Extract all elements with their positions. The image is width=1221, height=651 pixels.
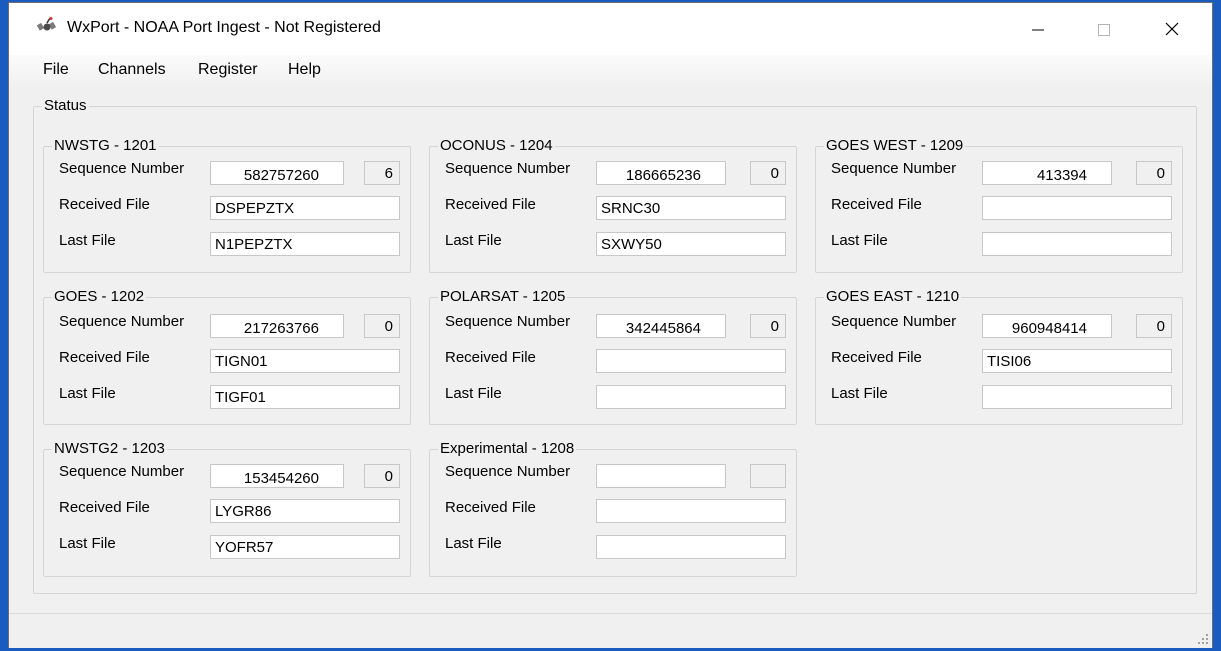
received-file-field[interactable] bbox=[596, 349, 786, 373]
sequence-label: Sequence Number bbox=[831, 313, 957, 330]
received-file-label: Received File bbox=[59, 196, 150, 213]
last-file-label: Last File bbox=[831, 232, 888, 249]
received-file-field[interactable]: DSPEPZTX bbox=[210, 196, 400, 220]
sequence-label: Sequence Number bbox=[59, 160, 185, 177]
channel-group-goes: GOES - 1202 Sequence Number 217263766 0 … bbox=[43, 288, 411, 425]
channel-title: GOES WEST - 1209 bbox=[824, 137, 966, 155]
sequence-number-field[interactable]: 960948414 bbox=[982, 314, 1112, 338]
received-file-label: Received File bbox=[59, 499, 150, 516]
last-file-field[interactable]: TIGF01 bbox=[210, 385, 400, 409]
sequence-count-field[interactable]: 0 bbox=[750, 314, 786, 338]
last-file-label: Last File bbox=[59, 232, 116, 249]
sequence-label: Sequence Number bbox=[445, 313, 571, 330]
last-file-field[interactable]: SXWY50 bbox=[596, 232, 786, 256]
received-file-label: Received File bbox=[445, 499, 536, 516]
channel-group-goes-east: GOES EAST - 1210 Sequence Number 9609484… bbox=[815, 288, 1183, 425]
close-icon bbox=[1165, 22, 1179, 36]
menu-bar: File Channels Register Help bbox=[9, 55, 1212, 89]
channel-group-experimental: Experimental - 1208 Sequence Number Rece… bbox=[429, 440, 797, 577]
sequence-label: Sequence Number bbox=[831, 160, 957, 177]
sequence-number-field[interactable]: 217263766 bbox=[210, 314, 344, 338]
window-title: WxPort - NOAA Port Ingest - Not Register… bbox=[67, 19, 381, 36]
sequence-number-field[interactable]: 342445864 bbox=[596, 314, 726, 338]
sequence-count-field[interactable]: 0 bbox=[364, 314, 400, 338]
received-file-label: Received File bbox=[831, 196, 922, 213]
maximize-icon bbox=[1098, 24, 1110, 36]
channel-group-nwstg2: NWSTG2 - 1203 Sequence Number 153454260 … bbox=[43, 440, 411, 577]
channel-title: POLARSAT - 1205 bbox=[438, 288, 568, 306]
title-bar: WxPort - NOAA Port Ingest - Not Register… bbox=[9, 3, 1212, 55]
received-file-label: Received File bbox=[831, 349, 922, 366]
channel-title: GOES EAST - 1210 bbox=[824, 288, 962, 306]
last-file-field[interactable] bbox=[596, 385, 786, 409]
last-file-label: Last File bbox=[59, 535, 116, 552]
maximize-button[interactable] bbox=[1081, 3, 1127, 55]
last-file-field[interactable] bbox=[596, 535, 786, 559]
sequence-count-field[interactable]: 6 bbox=[364, 161, 400, 185]
received-file-field[interactable]: TISI06 bbox=[982, 349, 1172, 373]
channel-title: NWSTG2 - 1203 bbox=[52, 440, 167, 458]
sequence-label: Sequence Number bbox=[59, 313, 185, 330]
received-file-field[interactable]: SRNC30 bbox=[596, 196, 786, 220]
received-file-field[interactable]: LYGR86 bbox=[210, 499, 400, 523]
channel-group-goes-west: GOES WEST - 1209 Sequence Number 413394 … bbox=[815, 137, 1183, 273]
status-bar bbox=[9, 613, 1212, 648]
app-window: WxPort - NOAA Port Ingest - Not Register… bbox=[8, 2, 1213, 648]
channel-title: NWSTG - 1201 bbox=[52, 137, 159, 155]
status-group-title: Status bbox=[42, 97, 89, 115]
last-file-field[interactable] bbox=[982, 385, 1172, 409]
received-file-label: Received File bbox=[59, 349, 150, 366]
last-file-label: Last File bbox=[445, 232, 502, 249]
channel-title: Experimental - 1208 bbox=[438, 440, 577, 458]
menu-channels[interactable]: Channels bbox=[96, 61, 168, 79]
close-button[interactable] bbox=[1149, 3, 1195, 55]
satellite-icon bbox=[37, 17, 57, 31]
last-file-field[interactable] bbox=[982, 232, 1172, 256]
last-file-label: Last File bbox=[445, 535, 502, 552]
menu-file[interactable]: File bbox=[41, 61, 71, 79]
sequence-count-field[interactable]: 0 bbox=[1136, 161, 1172, 185]
sequence-number-field[interactable]: 582757260 bbox=[210, 161, 344, 185]
channel-group-polarsat: POLARSAT - 1205 Sequence Number 34244586… bbox=[429, 288, 797, 425]
resize-grip-icon[interactable] bbox=[1192, 628, 1210, 646]
sequence-count-field[interactable] bbox=[750, 464, 786, 488]
sequence-count-field[interactable]: 0 bbox=[1136, 314, 1172, 338]
minimize-button[interactable] bbox=[1015, 3, 1061, 55]
last-file-field[interactable]: YOFR57 bbox=[210, 535, 400, 559]
sequence-label: Sequence Number bbox=[445, 160, 571, 177]
channel-title: OCONUS - 1204 bbox=[438, 137, 555, 155]
received-file-label: Received File bbox=[445, 349, 536, 366]
last-file-label: Last File bbox=[59, 385, 116, 402]
last-file-label: Last File bbox=[831, 385, 888, 402]
sequence-label: Sequence Number bbox=[59, 463, 185, 480]
last-file-label: Last File bbox=[445, 385, 502, 402]
received-file-field[interactable]: TIGN01 bbox=[210, 349, 400, 373]
sequence-label: Sequence Number bbox=[445, 463, 571, 480]
received-file-label: Received File bbox=[445, 196, 536, 213]
last-file-field[interactable]: N1PEPZTX bbox=[210, 232, 400, 256]
sequence-number-field[interactable]: 186665236 bbox=[596, 161, 726, 185]
sequence-number-field[interactable]: 153454260 bbox=[210, 464, 344, 488]
received-file-field[interactable] bbox=[596, 499, 786, 523]
menu-register[interactable]: Register bbox=[196, 61, 260, 79]
channel-group-nwstg: NWSTG - 1201 Sequence Number 582757260 6… bbox=[43, 137, 411, 273]
channel-group-oconus: OCONUS - 1204 Sequence Number 186665236 … bbox=[429, 137, 797, 273]
received-file-field[interactable] bbox=[982, 196, 1172, 220]
sequence-number-field[interactable] bbox=[596, 464, 726, 488]
sequence-count-field[interactable]: 0 bbox=[364, 464, 400, 488]
minimize-icon bbox=[1032, 29, 1044, 31]
sequence-number-field[interactable]: 413394 bbox=[982, 161, 1112, 185]
menu-help[interactable]: Help bbox=[286, 61, 323, 79]
sequence-count-field[interactable]: 0 bbox=[750, 161, 786, 185]
channel-title: GOES - 1202 bbox=[52, 288, 147, 306]
